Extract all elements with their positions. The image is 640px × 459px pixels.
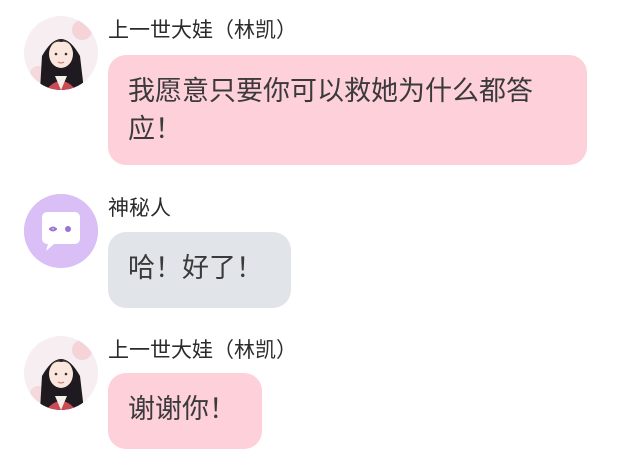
mystery-user-avatar[interactable]	[24, 194, 98, 268]
anime-portrait-icon	[24, 336, 98, 410]
anime-portrait-icon	[24, 16, 98, 90]
lin-kai-avatar[interactable]	[24, 16, 98, 90]
sender-name: 上一世大娃（林凯）	[108, 338, 297, 362]
message-bubble[interactable]: 谢谢你！	[108, 373, 262, 449]
chat-bubble-icon	[24, 194, 98, 268]
sender-name: 上一世大娃（林凯）	[108, 18, 297, 42]
message-bubble[interactable]: 我愿意只要你可以救她为什么都答应！	[108, 55, 587, 165]
sender-name: 神秘人	[108, 196, 171, 220]
message-bubble[interactable]: 哈！好了！	[108, 232, 291, 308]
lin-kai-avatar[interactable]	[24, 336, 98, 410]
